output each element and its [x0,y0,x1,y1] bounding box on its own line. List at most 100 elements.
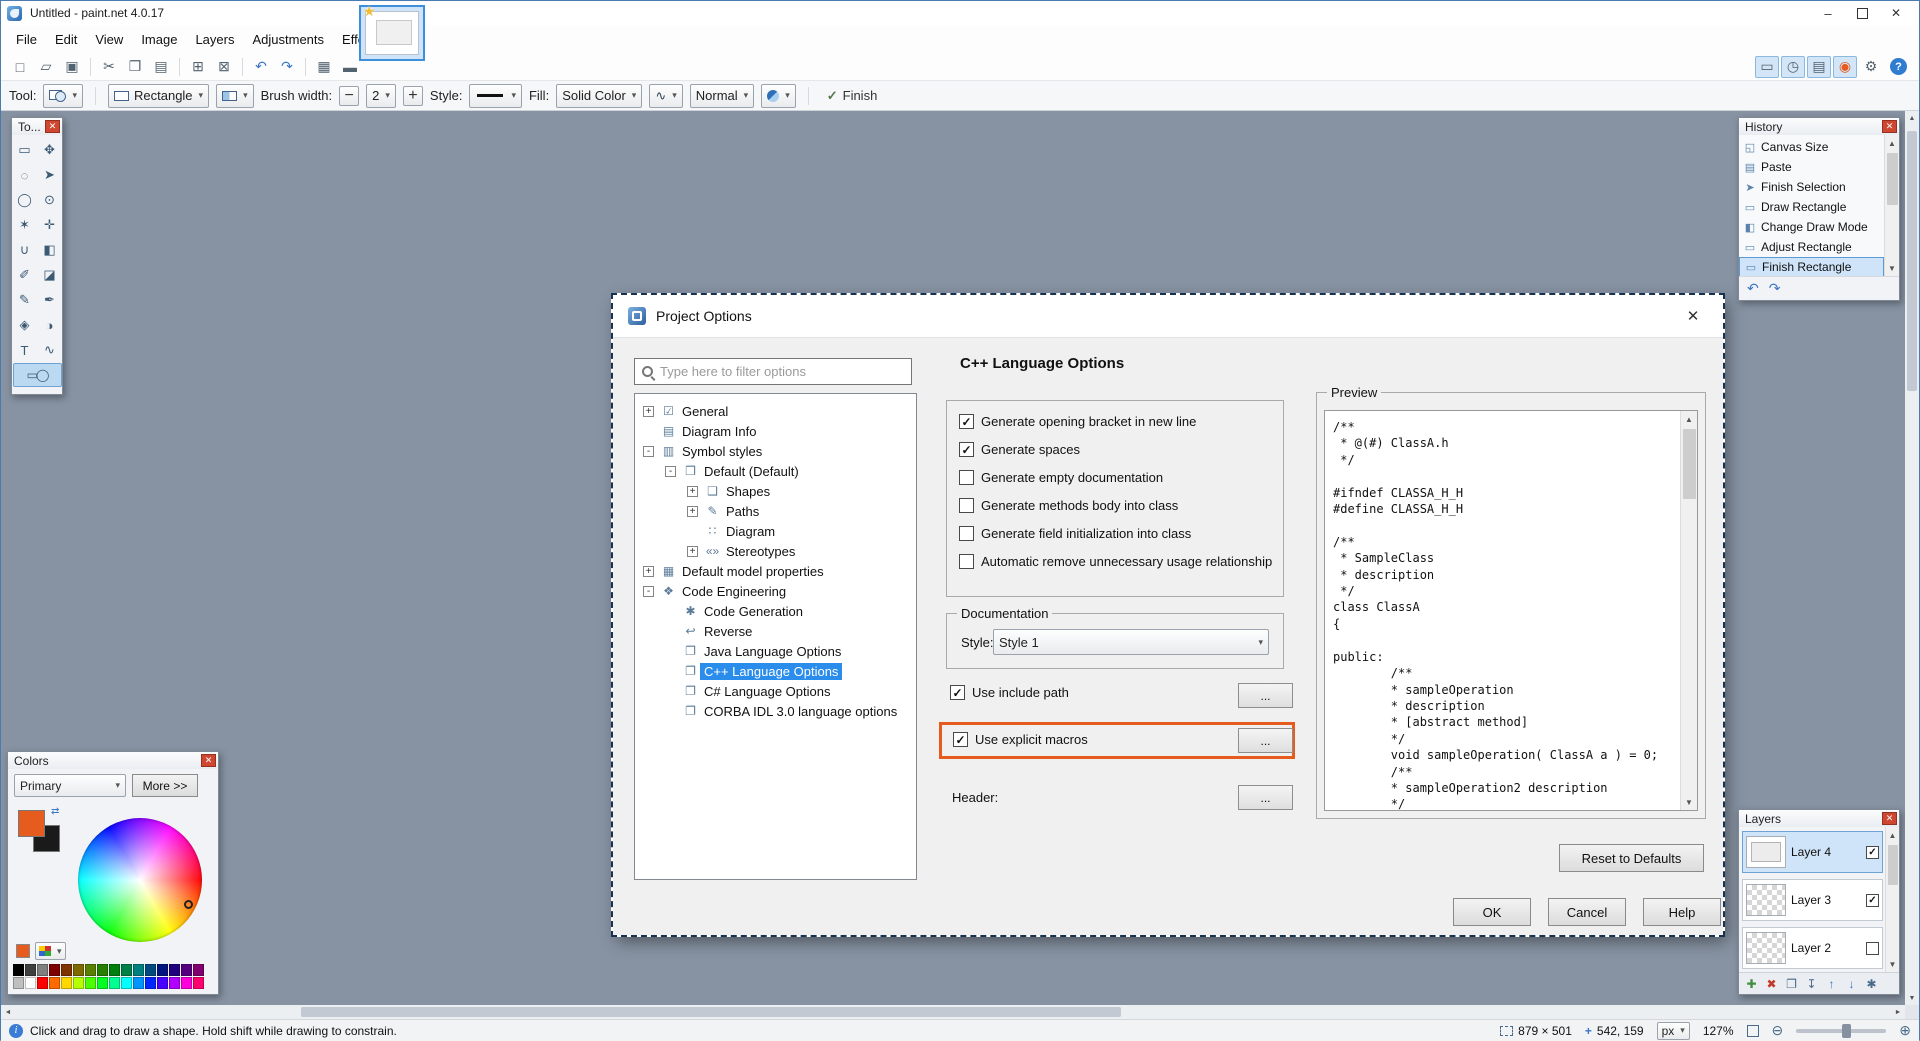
checkbox-icon[interactable] [959,554,974,569]
layers-scrollbar[interactable] [1885,827,1899,972]
history-item-finish-selection[interactable]: ➤Finish Selection [1739,177,1884,197]
expander-icon[interactable]: + [687,546,698,557]
menu-view[interactable]: View [86,27,132,52]
add-color-swatch-icon[interactable] [16,944,30,958]
palette-swatch[interactable] [145,964,156,976]
shapes-tool[interactable]: ▭◯ [13,363,62,387]
palette-swatch[interactable] [109,977,120,989]
scrollbar-thumb[interactable] [1888,845,1898,885]
palette-swatch[interactable] [37,977,48,989]
scrollbar-thumb[interactable] [1887,153,1898,205]
zoom-slider-thumb[interactable] [1842,1024,1851,1038]
history-window-titlebar[interactable]: History [1739,118,1899,135]
tree-item-shapes[interactable]: +❑Shapes [635,481,916,501]
expander-icon[interactable]: + [643,406,654,417]
palette-swatch[interactable] [13,977,24,989]
expander-icon[interactable]: - [643,586,654,597]
menu-layers[interactable]: Layers [186,27,243,52]
scroll-up-icon[interactable] [1884,135,1900,151]
color-wheel[interactable] [78,818,202,942]
ellipse-select-tool[interactable]: ◯ [13,188,37,212]
palette-swatch[interactable] [49,977,60,989]
tool-dropdown[interactable] [43,84,83,108]
tree-item-corba-idl-3-0-language-options[interactable]: ❐CORBA IDL 3.0 language options [635,701,916,721]
close-button[interactable] [1879,1,1913,25]
layer-visibility-checkbox[interactable] [1866,942,1879,955]
history-item-change-draw-mode[interactable]: ◧Change Draw Mode [1739,217,1884,237]
palette-swatch[interactable] [157,977,168,989]
palette-swatch[interactable] [133,977,144,989]
scroll-up-icon[interactable] [1884,827,1899,843]
redo-icon[interactable]: ↷ [275,56,299,78]
close-tools-window-button[interactable] [45,120,60,133]
palette-swatch[interactable] [193,977,204,989]
canvas-vertical-scrollbar[interactable] [1905,111,1919,1005]
vscrollbar-thumb[interactable] [1907,131,1917,391]
palette-swatch[interactable] [145,977,156,989]
menu-image[interactable]: Image [132,27,186,52]
recolor-tool[interactable]: ◑ [38,313,62,337]
crop-to-selection-icon[interactable]: ⊞ [186,56,210,78]
zoom-slider[interactable] [1796,1029,1886,1033]
menu-edit[interactable]: Edit [46,27,86,52]
palette-swatch[interactable] [193,964,204,976]
history-item-draw-rectangle[interactable]: ▭Draw Rectangle [1739,197,1884,217]
hscrollbar-thumb[interactable] [301,1007,1121,1017]
include-path-browse-button[interactable]: ... [1238,683,1293,708]
delete-layer-icon[interactable]: ✖ [1763,977,1780,991]
history-item-finish-rectangle[interactable]: ▭Finish Rectangle [1739,257,1884,276]
clone-stamp-tool[interactable]: ◈ [13,313,37,337]
palette-swatch[interactable] [157,964,168,976]
swap-colors-icon[interactable] [51,806,59,817]
color-mode-combo[interactable]: Primary [14,774,126,797]
paintbrush-tool[interactable]: ✐ [13,263,37,287]
history-item-adjust-rectangle[interactable]: ▭Adjust Rectangle [1739,237,1884,257]
help-icon[interactable]: ? [1890,58,1907,75]
scroll-down-icon[interactable] [1905,991,1919,1005]
palette-swatch[interactable] [169,977,180,989]
tools-window-titlebar[interactable]: To... [12,118,62,135]
undo-icon[interactable]: ↶ [249,56,273,78]
scroll-down-icon[interactable] [1681,794,1698,810]
move-layer-down-icon[interactable]: ↓ [1843,977,1860,991]
primary-color-swatch[interactable] [18,810,45,837]
line-style-dropdown[interactable] [469,84,522,108]
tree-item-c-language-options[interactable]: ❐C++ Language Options [635,661,916,681]
tree-item-stereotypes[interactable]: +«»Stereotypes [635,541,916,561]
ok-button[interactable]: OK [1453,898,1531,926]
expander-icon[interactable]: - [665,466,676,477]
tree-item-default-model-properties[interactable]: +▦Default model properties [635,561,916,581]
copy-icon[interactable]: ❐ [123,56,147,78]
checkbox-icon[interactable] [959,414,974,429]
open-image-icon[interactable]: ▱ [34,56,58,78]
duplicate-layer-icon[interactable]: ❐ [1783,977,1800,991]
pencil-tool[interactable]: ✎ [13,288,37,312]
checkbox-icon[interactable] [959,526,974,541]
tree-item-diagram[interactable]: ∷Diagram [635,521,916,541]
blend-mode-combo[interactable]: Normal [690,84,754,108]
doc-style-combo[interactable]: Style 1 [993,629,1269,655]
color-wheel-selector[interactable] [184,900,193,909]
more-button[interactable]: More >> [132,774,198,797]
layers-window-toggle[interactable]: ▤ [1807,56,1831,78]
history-item-canvas-size[interactable]: ◱Canvas Size [1739,137,1884,157]
option-checkbox-row[interactable]: Generate methods body into class [959,498,1283,513]
settings-icon[interactable]: ⚙ [1859,56,1883,78]
filter-options-searchbox[interactable] [634,358,912,385]
canvas-selection[interactable]: Project Options +☑General▤Diagram Info-▥… [613,295,1723,935]
move-layer-up-icon[interactable]: ↑ [1823,977,1840,991]
scroll-up-icon[interactable] [1905,111,1919,125]
brush-width-decrease-button[interactable] [339,86,359,106]
menu-adjustments[interactable]: Adjustments [243,27,333,52]
tree-item-default-default-[interactable]: -❒Default (Default) [635,461,916,481]
palette-swatch[interactable] [25,964,36,976]
scroll-up-icon[interactable] [1681,411,1698,427]
tree-item-code-generation[interactable]: ✱Code Generation [635,601,916,621]
layer-properties-icon[interactable]: ✱ [1863,977,1880,991]
layers-window-titlebar[interactable]: Layers [1739,810,1899,827]
move-selection-tool[interactable]: ➤ [38,163,62,187]
tree-item-code-engineering[interactable]: -❖Code Engineering [635,581,916,601]
tree-item-diagram-info[interactable]: ▤Diagram Info [635,421,916,441]
magic-wand-tool[interactable]: ✶ [13,213,37,237]
menu-file[interactable]: File [7,27,46,52]
